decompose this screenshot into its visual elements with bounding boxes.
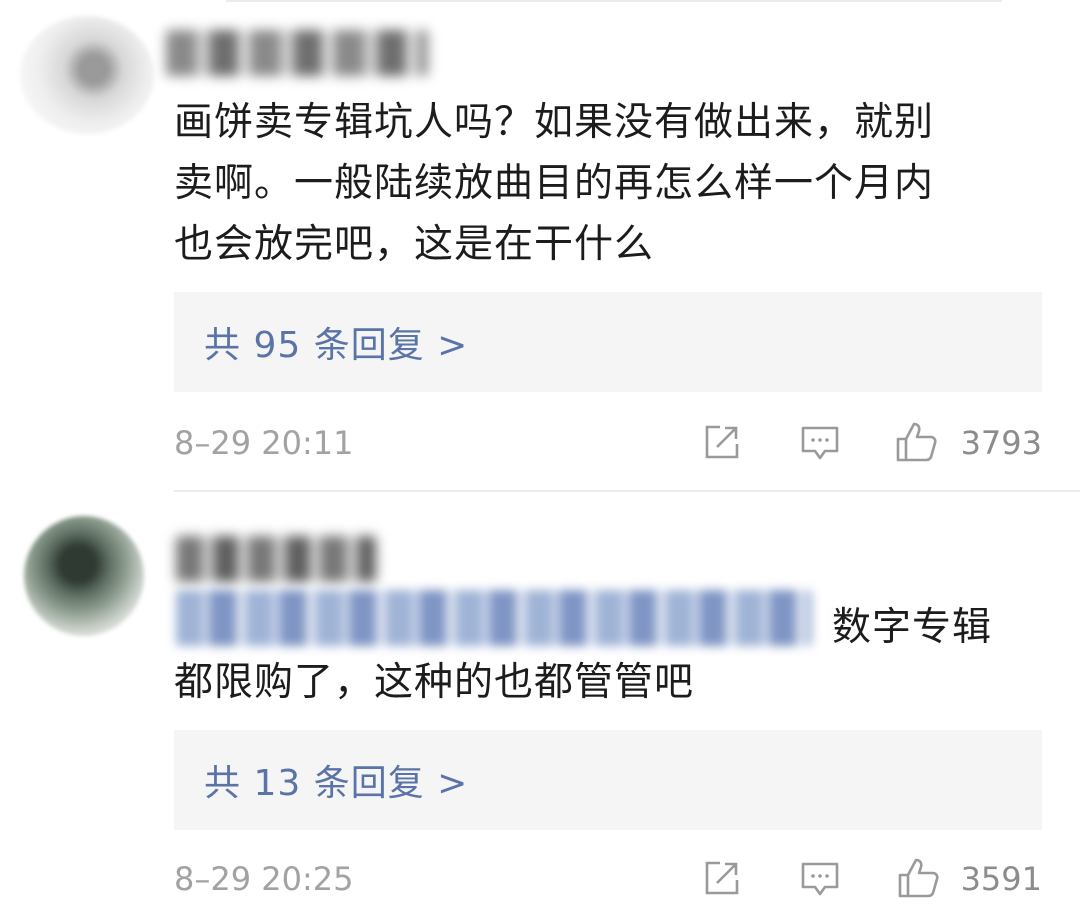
- comment-meta: 8–29 20:25 3591: [174, 856, 1042, 906]
- username[interactable]: [166, 30, 428, 76]
- reply-summary[interactable]: 共 95 条回复 >: [174, 292, 1042, 392]
- comment-text-line: 都限购了，这种的也都管管吧: [174, 660, 695, 705]
- comment-text: 都限购了，这种的也都管管吧: [174, 652, 694, 713]
- like-count: 3591: [960, 860, 1042, 898]
- user-mention[interactable]: [176, 590, 812, 646]
- reply-summary[interactable]: 共 13 条回复 >: [174, 730, 1042, 830]
- like-count: 3793: [960, 424, 1042, 462]
- avatar[interactable]: [20, 16, 154, 134]
- timestamp: 8–29 20:11: [174, 424, 354, 462]
- comment-icon[interactable]: [798, 856, 842, 900]
- like-icon[interactable]: [894, 420, 938, 464]
- view-replies-link[interactable]: 共 95 条回复 >: [204, 316, 468, 368]
- comment-text-line: 卖啊。一般陆续放曲目的再怎么样一个月内: [174, 161, 935, 206]
- timestamp: 8–29 20:25: [174, 860, 354, 898]
- view-replies-link[interactable]: 共 13 条回复 >: [204, 754, 468, 806]
- avatar[interactable]: [24, 516, 144, 636]
- comment-text-line: 数字专辑: [832, 605, 993, 650]
- comment-icon[interactable]: [798, 420, 842, 464]
- comment-text: 画饼卖专辑坑人吗？如果没有做出来，就别 卖啊。一般陆续放曲目的再怎么样一个月内 …: [174, 92, 934, 275]
- share-icon[interactable]: [700, 856, 744, 900]
- share-icon[interactable]: [700, 420, 744, 464]
- comment-text-line: 也会放完吧，这是在干什么: [174, 222, 655, 267]
- username[interactable]: [176, 536, 376, 582]
- comment-meta: 8–29 20:11 3793: [174, 420, 1042, 470]
- like-icon[interactable]: [896, 856, 940, 900]
- comment-text-line: 画饼卖专辑坑人吗？如果没有做出来，就别: [174, 100, 935, 145]
- comment-item: 画饼卖专辑坑人吗？如果没有做出来，就别 卖啊。一般陆续放曲目的再怎么样一个月内 …: [0, 0, 1080, 490]
- comment-item: 数字专辑 都限购了，这种的也都管管吧 共 13 条回复 > 8–29 20:25…: [0, 492, 1080, 923]
